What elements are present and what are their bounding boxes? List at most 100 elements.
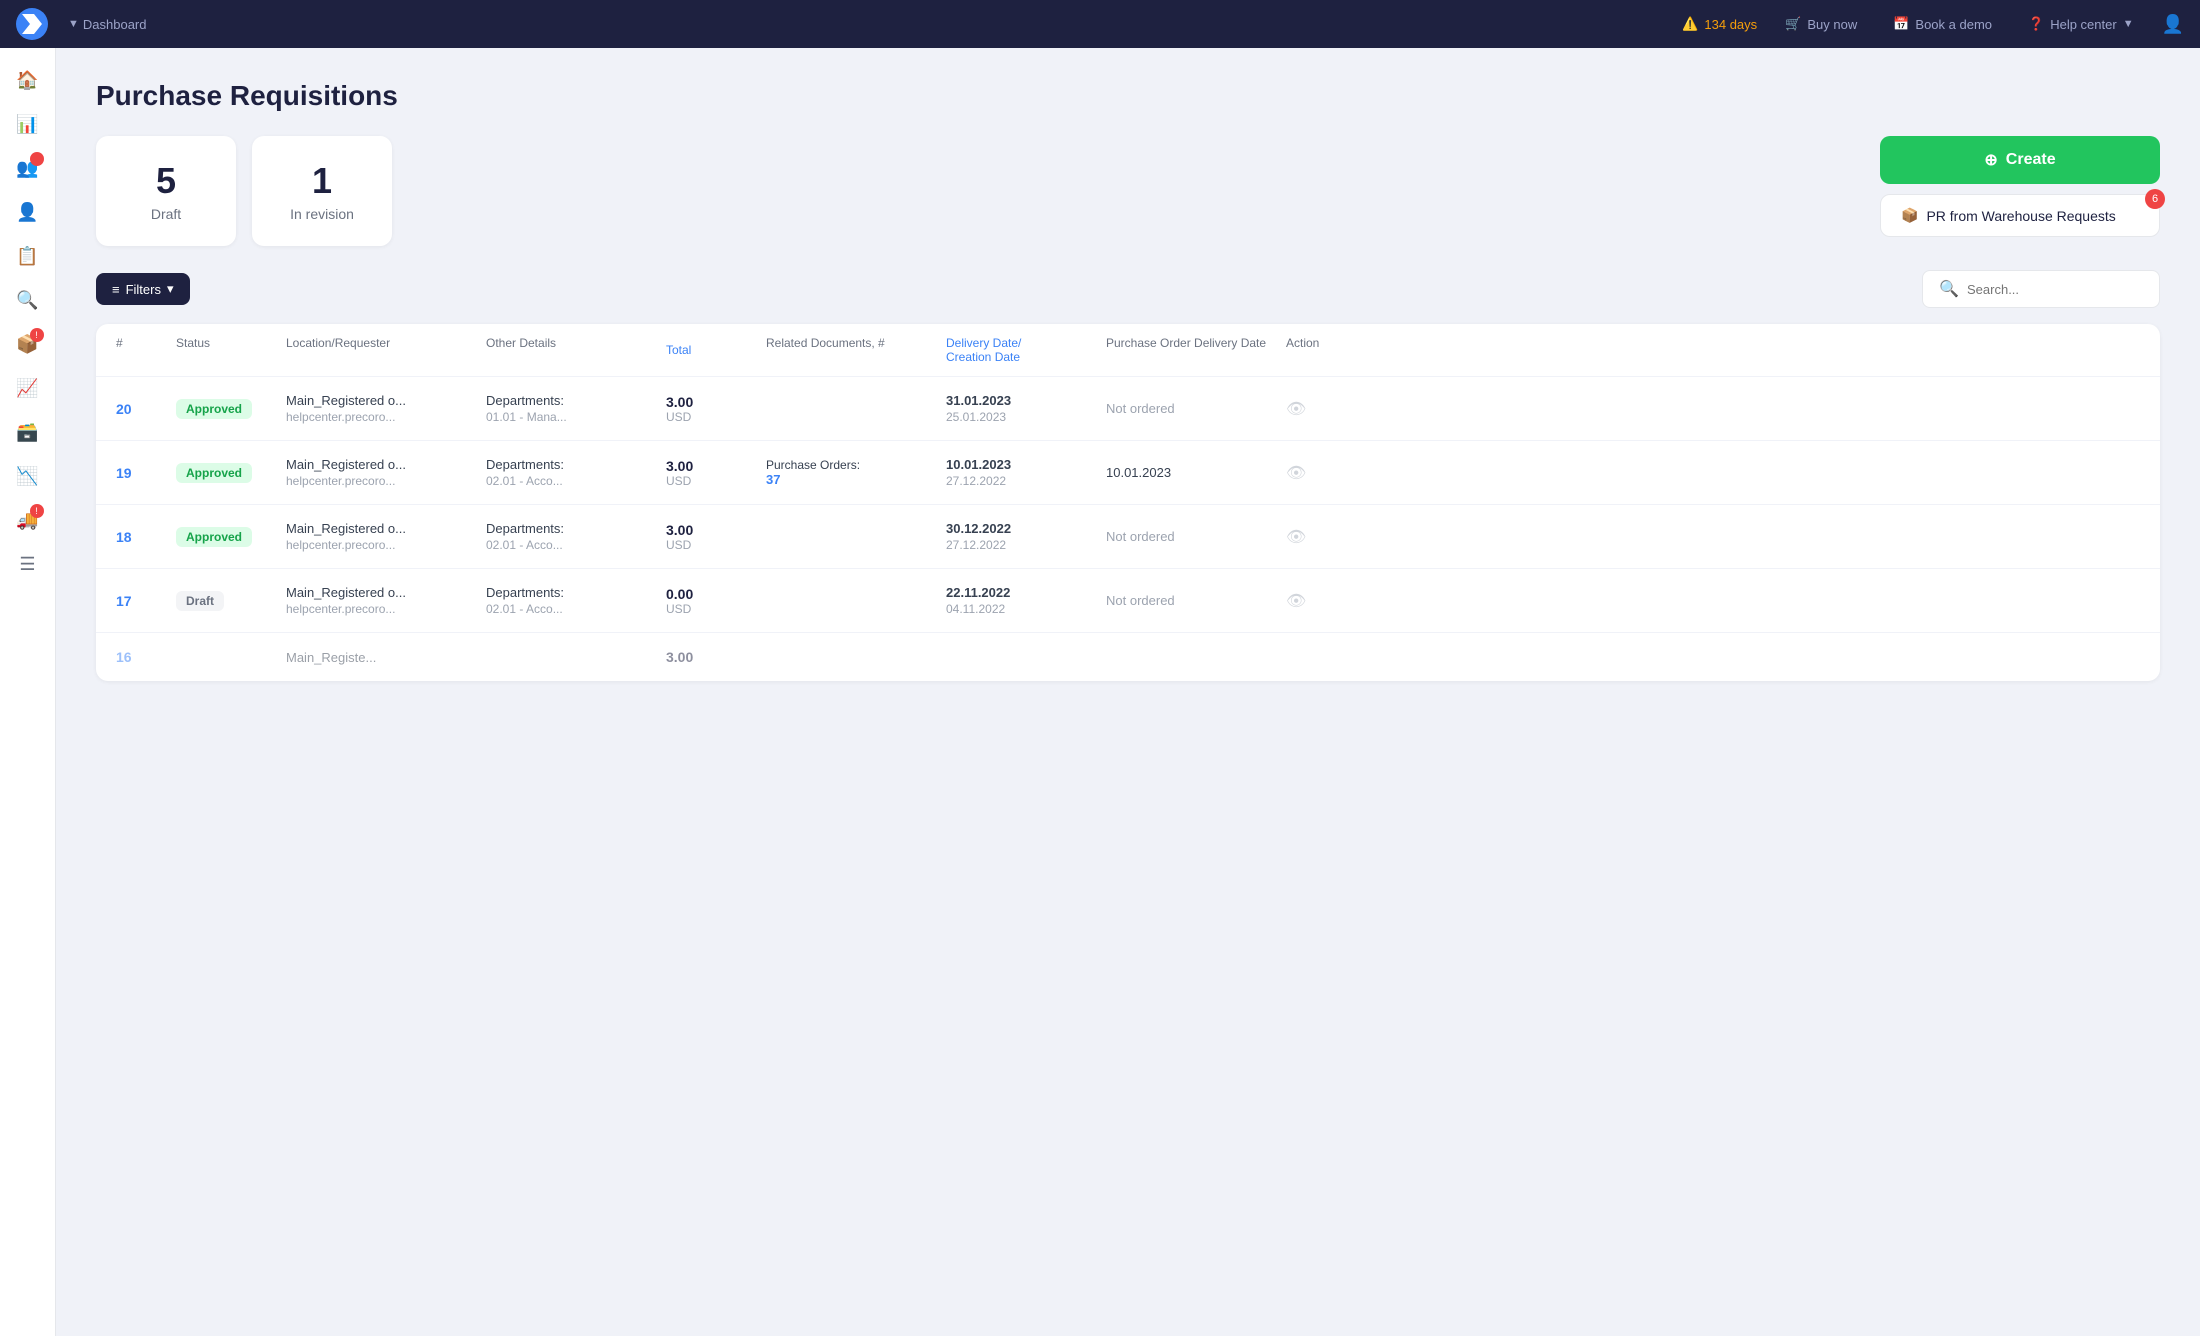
row-location: Main_Registered o... helpcenter.precoro.…: [286, 457, 486, 488]
trial-alert: ⚠️ 134 days: [1682, 16, 1757, 32]
view-action-icon[interactable]: 👁: [1286, 399, 1366, 419]
row-dates: 22.11.2022 04.11.2022: [946, 585, 1106, 616]
sidebar-icon-database[interactable]: 🗃️: [8, 412, 48, 452]
table-row: 20 Approved Main_Registered o... helpcen…: [96, 377, 2160, 441]
col-status: Status: [176, 336, 286, 364]
row-id[interactable]: 19: [116, 465, 176, 481]
view-action-icon[interactable]: 👁: [1286, 463, 1366, 483]
in-revision-label: In revision: [284, 206, 360, 222]
top-navigation: ▼ Dashboard ⚠️ 134 days 🛒 Buy now 📅 Book…: [0, 0, 2200, 48]
table-row: 16 Main_Registe... 3.00: [96, 633, 2160, 681]
in-revision-count: 1: [284, 160, 360, 202]
row-po-status: Not ordered: [1106, 593, 1286, 608]
row-total: 3.00 USD: [666, 458, 766, 488]
table-row: 19 Approved Main_Registered o... helpcen…: [96, 441, 2160, 505]
summary-row: 5 Draft 1 In revision ⊕ Create 📦 PR from…: [96, 136, 2160, 246]
row-total: 3.00: [666, 649, 766, 665]
row-id[interactable]: 18: [116, 529, 176, 545]
create-icon: ⊕: [1984, 150, 1997, 170]
user-menu-button[interactable]: 👤: [2162, 14, 2184, 35]
row-details: Departments: 02.01 - Acco...: [486, 521, 666, 552]
row-location: Main_Registe...: [286, 650, 486, 665]
warehouse-requests-button[interactable]: 📦 PR from Warehouse Requests 6: [1880, 194, 2160, 237]
row-status: Approved: [176, 399, 286, 419]
row-total: 3.00 USD: [666, 394, 766, 424]
status-badge: Approved: [176, 463, 252, 483]
sidebar-icon-analytics[interactable]: 📊: [8, 104, 48, 144]
action-buttons: ⊕ Create 📦 PR from Warehouse Requests 6: [1880, 136, 2160, 237]
help-center-button[interactable]: ❓ Help center ▼: [2020, 12, 2142, 36]
draft-card[interactable]: 5 Draft: [96, 136, 236, 246]
view-action-icon[interactable]: 👁: [1286, 527, 1366, 547]
book-demo-button[interactable]: 📅 Book a demo: [1885, 12, 2000, 36]
row-dates: 10.01.2023 27.12.2022: [946, 457, 1106, 488]
row-location: Main_Registered o... helpcenter.precoro.…: [286, 521, 486, 552]
row-location: Main_Registered o... helpcenter.precoro.…: [286, 393, 486, 424]
dashboard-nav[interactable]: ▼ Dashboard: [68, 17, 147, 32]
status-badge: Approved: [176, 527, 252, 547]
buy-now-button[interactable]: 🛒 Buy now: [1777, 12, 1865, 36]
col-other-details: Other Details: [486, 336, 666, 364]
delivery-badge: !: [30, 504, 44, 518]
col-action: Action: [1286, 336, 1366, 364]
warehouse-icon: 📦: [1901, 207, 1918, 224]
purchase-order-link[interactable]: 37: [766, 472, 946, 487]
draft-count: 5: [128, 160, 204, 202]
col-location: Location/Requester: [286, 336, 486, 364]
sidebar-icon-home[interactable]: 🏠: [8, 60, 48, 100]
row-dates: 31.01.2023 25.01.2023: [946, 393, 1106, 424]
sidebar-icon-tasks[interactable]: 📋: [8, 236, 48, 276]
row-id[interactable]: 20: [116, 401, 176, 417]
row-total: 3.00 USD: [666, 522, 766, 552]
row-id[interactable]: 16: [116, 649, 176, 665]
status-badge: Approved: [176, 399, 252, 419]
row-status: Draft: [176, 591, 286, 611]
sidebar-icon-delivery[interactable]: 🚚 !: [8, 500, 48, 540]
draft-label: Draft: [128, 206, 204, 222]
row-status: Approved: [176, 463, 286, 483]
table-row: 18 Approved Main_Registered o... helpcen…: [96, 505, 2160, 569]
row-po-status: Not ordered: [1106, 529, 1286, 544]
filter-chevron-icon: ▾: [167, 281, 174, 297]
row-details: Departments: 02.01 - Acco...: [486, 585, 666, 616]
packages-badge: !: [30, 328, 44, 342]
create-button[interactable]: ⊕ Create: [1880, 136, 2160, 184]
row-po-status: Not ordered: [1106, 401, 1286, 416]
search-icon: 🔍: [1939, 279, 1959, 299]
col-total[interactable]: Total: [666, 336, 766, 364]
col-number: #: [116, 336, 176, 364]
sidebar-icon-users[interactable]: 👥: [8, 148, 48, 188]
table-header: # Status Location/Requester Other Detail…: [96, 324, 2160, 377]
app-logo[interactable]: [16, 8, 48, 40]
sidebar-icon-menu[interactable]: ☰: [8, 544, 48, 584]
filter-row: ≡ Filters ▾ 🔍: [96, 270, 2160, 308]
row-id[interactable]: 17: [116, 593, 176, 609]
col-related-docs: Related Documents, #: [766, 336, 946, 364]
sidebar-icon-reports[interactable]: 📈: [8, 368, 48, 408]
view-action-icon[interactable]: 👁: [1286, 591, 1366, 611]
table-container: # Status Location/Requester Other Detail…: [96, 324, 2160, 681]
in-revision-card[interactable]: 1 In revision: [252, 136, 392, 246]
status-badge: Draft: [176, 591, 224, 611]
row-related-docs: Purchase Orders: 37: [766, 458, 946, 487]
row-details: Departments: 02.01 - Acco...: [486, 457, 666, 488]
col-po-delivery: Purchase Order Delivery Date: [1106, 336, 1286, 364]
search-input[interactable]: [1967, 282, 2143, 297]
row-details: Departments: 01.01 - Mana...: [486, 393, 666, 424]
row-total: 0.00 USD: [666, 586, 766, 616]
search-box[interactable]: 🔍: [1922, 270, 2160, 308]
filter-icon: ≡: [112, 282, 120, 297]
page-title: Purchase Requisitions: [96, 80, 2160, 112]
filters-button[interactable]: ≡ Filters ▾: [96, 273, 190, 305]
row-dates: 30.12.2022 27.12.2022: [946, 521, 1106, 552]
col-delivery-date: Delivery Date/ Creation Date: [946, 336, 1106, 364]
row-status: Approved: [176, 527, 286, 547]
row-location: Main_Registered o... helpcenter.precoro.…: [286, 585, 486, 616]
sidebar-icon-search[interactable]: 🔍: [8, 280, 48, 320]
sidebar: 🏠 📊 👥 👤 📋 🔍 📦 ! 📈 🗃️ 📉 🚚 ! ☰: [0, 48, 56, 1336]
users-badge: [30, 152, 44, 166]
sidebar-icon-packages[interactable]: 📦 !: [8, 324, 48, 364]
sidebar-icon-profile[interactable]: 👤: [8, 192, 48, 232]
main-content: Purchase Requisitions 5 Draft 1 In revis…: [56, 48, 2200, 1336]
sidebar-icon-trends[interactable]: 📉: [8, 456, 48, 496]
